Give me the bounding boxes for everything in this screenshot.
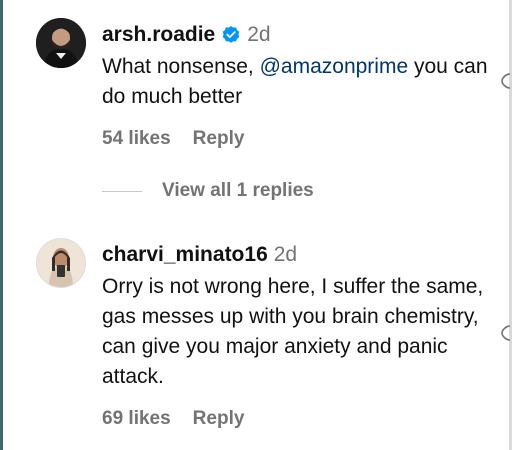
window-edge-left — [0, 0, 3, 450]
comment-meta: 69 likes Reply — [102, 408, 498, 430]
reply-button[interactable]: Reply — [193, 128, 245, 150]
likes-count[interactable]: 54 likes — [102, 128, 171, 150]
comment-header: charvi_minato16 2d — [102, 238, 498, 272]
timestamp[interactable]: 2d — [247, 23, 270, 47]
avatar-photo-icon — [36, 18, 86, 68]
comment-body: charvi_minato16 2d Orry is not wrong her… — [102, 238, 498, 430]
view-replies-button[interactable]: View all 1 replies — [102, 180, 314, 202]
comment-meta: 54 likes Reply — [102, 128, 498, 150]
username[interactable]: arsh.roadie — [102, 23, 215, 47]
like-heart-icon[interactable] — [498, 72, 512, 90]
likes-count[interactable]: 69 likes — [102, 408, 171, 430]
mention-link[interactable]: @amazonprime — [260, 55, 409, 78]
replies-divider-line — [102, 190, 142, 192]
avatar-photo-icon — [37, 239, 85, 287]
comment-text: What nonsense, @amazonprime you can do m… — [102, 52, 498, 112]
timestamp[interactable]: 2d — [274, 243, 297, 267]
view-replies-label: View all 1 replies — [162, 180, 314, 201]
comment-header: arsh.roadie 2d — [102, 18, 498, 52]
comment-text-part: What nonsense, — [102, 55, 260, 78]
avatar[interactable] — [36, 238, 86, 288]
verified-badge-icon — [222, 26, 240, 43]
comment-body: arsh.roadie 2d What nonsense, @amazonpri… — [102, 18, 498, 150]
username[interactable]: charvi_minato16 — [102, 243, 268, 267]
reply-button[interactable]: Reply — [193, 408, 245, 430]
like-heart-icon[interactable] — [498, 324, 512, 342]
comment-text: Orry is not wrong here, I suffer the sam… — [102, 275, 484, 388]
avatar[interactable] — [36, 18, 86, 68]
